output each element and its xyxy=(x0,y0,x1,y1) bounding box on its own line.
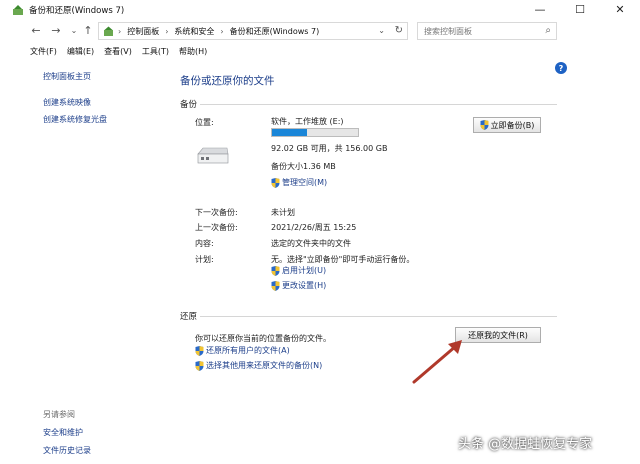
menu-bar: 文件(F) 编辑(E) 查看(V) 工具(T) 帮助(H) xyxy=(0,43,640,59)
hard-drive-icon xyxy=(197,147,229,164)
backup-now-button[interactable]: 立即备份(B) xyxy=(473,117,541,133)
select-other-backup-link[interactable]: 选择其他用来还原文件的备份(N) xyxy=(195,360,322,371)
menu-help[interactable]: 帮助(H) xyxy=(179,46,207,57)
annotation-arrow-icon xyxy=(412,340,462,384)
enable-schedule-link[interactable]: 启用计划(U) xyxy=(271,265,326,276)
change-settings-link[interactable]: 更改设置(H) xyxy=(271,280,326,291)
sidebar-create-repair-disc[interactable]: 创建系统修复光盘 xyxy=(43,114,107,125)
breadcrumb-separator-icon: › xyxy=(118,26,122,36)
breadcrumb-system-security[interactable]: 系统和安全 xyxy=(174,26,214,37)
page-title: 备份或还原你的文件 xyxy=(180,75,275,87)
see-also-heading: 另请参阅 xyxy=(43,410,75,419)
menu-tools[interactable]: 工具(T) xyxy=(142,46,169,57)
recent-pages-icon[interactable]: ⌄ xyxy=(68,24,80,38)
last-backup-label: 上一次备份: xyxy=(195,223,238,232)
address-dropdown-icon[interactable]: ⌄ xyxy=(378,26,385,35)
location-value: 软件，工作堆放 (E:) xyxy=(271,117,344,126)
restore-all-users-label: 还原所有用户的文件(A) xyxy=(206,346,290,355)
control-panel-icon xyxy=(104,26,113,36)
menu-file[interactable]: 文件(F) xyxy=(30,46,57,57)
maximize-icon[interactable]: ☐ xyxy=(560,0,600,19)
breadcrumb-separator-icon: › xyxy=(220,26,224,36)
disk-usage-bar xyxy=(271,128,359,137)
next-backup-value: 未计划 xyxy=(271,208,295,217)
sidebar-create-system-image[interactable]: 创建系统映像 xyxy=(43,97,91,108)
contents-label: 内容: xyxy=(195,239,214,248)
change-settings-label: 更改设置(H) xyxy=(282,281,327,290)
breadcrumb-backup-restore[interactable]: 备份和还原(Windows 7) xyxy=(230,26,320,37)
disk-space-text: 92.02 GB 可用，共 156.00 GB xyxy=(271,144,388,153)
uac-shield-icon xyxy=(195,360,204,371)
restore-all-users-link[interactable]: 还原所有用户的文件(A) xyxy=(195,345,290,356)
refresh-icon[interactable]: ↻ xyxy=(395,25,403,36)
address-row: ← → ⌄ ↑ › 控制面板 › 系统和安全 › 备份和还原(Windows 7… xyxy=(0,21,640,41)
uac-shield-icon xyxy=(195,345,204,356)
backup-now-label: 立即备份(B) xyxy=(490,120,535,130)
up-arrow-icon[interactable]: ↑ xyxy=(82,24,94,38)
address-bar[interactable]: › 控制面板 › 系统和安全 › 备份和还原(Windows 7) ⌄ ↻ xyxy=(98,22,408,40)
restore-section-heading: 还原 xyxy=(180,312,198,322)
search-icon[interactable]: ⌕ xyxy=(545,25,551,36)
forward-arrow-icon[interactable]: → xyxy=(50,24,62,38)
manage-space-label: 管理空间(M) xyxy=(282,178,328,187)
help-icon[interactable]: ? xyxy=(555,62,567,74)
restore-section-divider xyxy=(200,316,557,317)
backup-size-text: 备份大小1.36 MB xyxy=(271,162,336,171)
disk-usage-fill xyxy=(272,129,308,136)
search-input[interactable]: 搜索控制面板 ⌕ xyxy=(417,22,557,40)
minimize-icon[interactable]: — xyxy=(520,0,560,19)
link-security-maintenance[interactable]: 安全和维护 xyxy=(43,427,83,438)
back-arrow-icon[interactable]: ← xyxy=(30,24,42,38)
sidebar-control-panel-home[interactable]: 控制面板主页 xyxy=(43,71,91,82)
breadcrumb-control-panel[interactable]: 控制面板 xyxy=(127,26,159,37)
close-icon[interactable]: ✕ xyxy=(600,0,640,19)
backup-section-divider xyxy=(200,104,557,105)
title-bar: 备份和还原(Windows 7) — ☐ ✕ xyxy=(0,0,640,19)
uac-shield-icon xyxy=(271,177,280,188)
link-file-history[interactable]: 文件历史记录 xyxy=(43,445,91,456)
contents-value: 选定的文件夹中的文件 xyxy=(271,239,351,248)
uac-shield-icon xyxy=(271,265,280,276)
uac-shield-icon xyxy=(480,120,489,130)
backup-section-heading: 备份 xyxy=(180,100,198,110)
schedule-label: 计划: xyxy=(195,255,214,264)
window-title: 备份和还原(Windows 7) xyxy=(29,5,125,16)
watermark-text: 头条 @数据蛙恢复专家 xyxy=(458,437,593,452)
menu-edit[interactable]: 编辑(E) xyxy=(67,46,94,57)
last-backup-value: 2021/2/26/周五 15:25 xyxy=(271,223,357,232)
uac-shield-icon xyxy=(271,280,280,291)
location-label: 位置: xyxy=(195,118,214,127)
select-other-backup-label: 选择其他用来还原文件的备份(N) xyxy=(206,361,323,370)
restore-description: 你可以还原你当前的位置备份的文件。 xyxy=(195,334,331,343)
breadcrumb-separator-icon: › xyxy=(165,26,169,36)
manage-space-link[interactable]: 管理空间(M) xyxy=(271,177,327,188)
backup-app-icon xyxy=(13,4,23,15)
search-placeholder: 搜索控制面板 xyxy=(424,26,472,36)
menu-view[interactable]: 查看(V) xyxy=(104,46,132,57)
schedule-value: 无。选择"立即备份"即可手动运行备份。 xyxy=(271,255,415,264)
next-backup-label: 下一次备份: xyxy=(195,208,238,217)
enable-schedule-label: 启用计划(U) xyxy=(282,266,327,275)
